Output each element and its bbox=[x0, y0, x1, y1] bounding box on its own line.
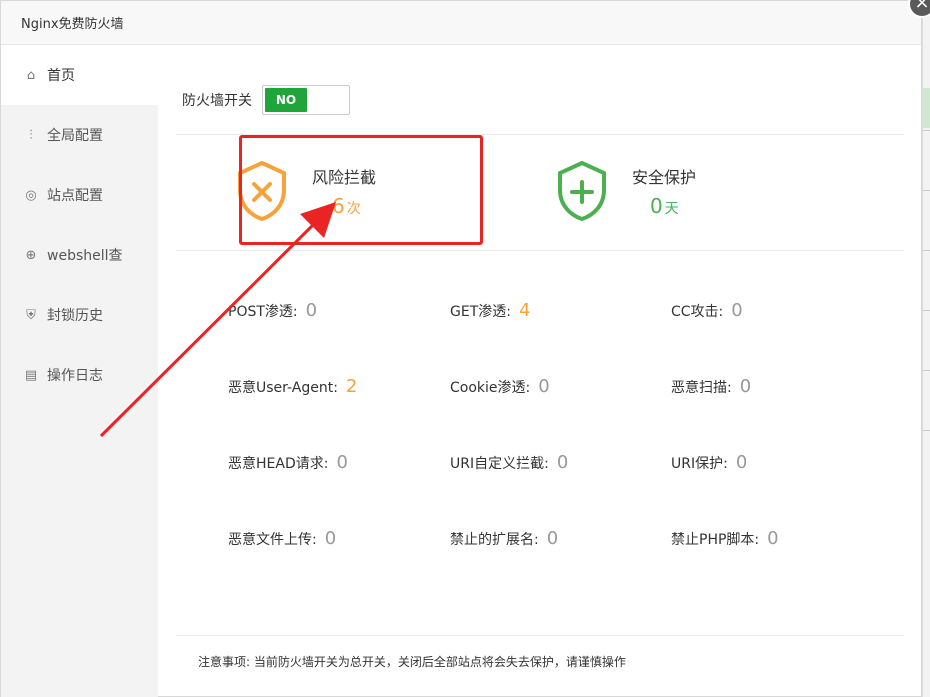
sidebar: ⌂ 首页 ⫶ 全局配置 ◎ 站点配置 ⊕ webshell查 ⛨ 封锁历史 ▤ … bbox=[1, 45, 158, 697]
stat-label: CC攻击: bbox=[671, 304, 724, 320]
dialog-titlebar: Nginx免费防火墙 bbox=[1, 1, 921, 45]
firewall-dialog: Nginx免费防火墙 ⌂ 首页 ⫶ 全局配置 ◎ 站点配置 ⊕ webshell… bbox=[0, 0, 922, 697]
lock-icon: ⛨ bbox=[26, 307, 36, 323]
stat-value: 0 bbox=[739, 376, 752, 397]
sidebar-item-label: 首页 bbox=[47, 68, 75, 84]
stat-file-upload: 恶意文件上传: 0 bbox=[228, 528, 336, 549]
stat-user-agent: 恶意User-Agent: 2 bbox=[228, 376, 357, 397]
sidebar-item-site-config[interactable]: ◎ 站点配置 bbox=[1, 165, 158, 225]
stat-value: 4 bbox=[518, 300, 531, 321]
stat-value: 2 bbox=[345, 376, 358, 397]
safe-count: 0 bbox=[650, 194, 663, 218]
background-highlight bbox=[922, 88, 930, 128]
stat-value: 0 bbox=[735, 452, 748, 473]
clipboard-icon: ▤ bbox=[24, 367, 38, 383]
sidebar-item-label: webshell查 bbox=[47, 248, 123, 264]
safe-title: 安全保护 bbox=[632, 168, 697, 187]
stat-value: 0 bbox=[546, 528, 559, 549]
safe-unit: 天 bbox=[664, 201, 679, 217]
stat-label: 恶意HEAD请求: bbox=[228, 456, 329, 472]
sidebar-item-home[interactable]: ⌂ 首页 bbox=[1, 45, 158, 105]
sidebar-item-label: 封锁历史 bbox=[47, 308, 103, 324]
stat-label: 恶意扫描: bbox=[671, 380, 732, 396]
stat-extension: 禁止的扩展名: 0 bbox=[450, 528, 558, 549]
dialog-title: Nginx免费防火墙 bbox=[21, 17, 124, 32]
safe-count-line: 0天 bbox=[650, 194, 696, 218]
stat-label: 恶意文件上传: bbox=[228, 532, 317, 548]
stat-label: GET渗透: bbox=[450, 304, 511, 320]
stat-label: 禁止的扩展名: bbox=[450, 532, 539, 548]
globe-icon: ◎ bbox=[25, 187, 37, 203]
firewall-switch-label: 防火墙开关 bbox=[182, 93, 252, 109]
sliders-icon: ⫶ bbox=[29, 127, 33, 143]
stat-value: 0 bbox=[336, 452, 348, 473]
safe-summary-card: 安全保护 0天 bbox=[556, 160, 696, 222]
home-icon: ⌂ bbox=[26, 67, 36, 83]
toggle-knob[interactable]: NO bbox=[265, 88, 307, 112]
sidebar-item-label: 全局配置 bbox=[47, 128, 103, 144]
notice-text: 注意事项: 当前防火墙开关为总开关，关闭后全部站点将会失去保护，请谨慎操作 bbox=[198, 655, 626, 669]
stat-post: POST渗透: 0 bbox=[228, 300, 317, 321]
divider bbox=[176, 635, 904, 636]
shield-plus-icon bbox=[558, 160, 606, 222]
stat-value: 0 bbox=[731, 300, 743, 321]
stat-value: 0 bbox=[767, 528, 779, 549]
main-panel: 防火墙开关 NO 风险拦截 6次 安全保护 0 天 POST渗透: 0 GET渗… bbox=[158, 45, 922, 697]
stat-label: 禁止PHP脚本: bbox=[671, 532, 760, 548]
sidebar-item-global-config[interactable]: ⫶ 全局配置 bbox=[1, 105, 158, 165]
stat-label: URI自定义拦截: bbox=[450, 456, 549, 472]
stat-label: POST渗透: bbox=[228, 304, 298, 320]
stat-get: GET渗透: 4 bbox=[450, 300, 530, 321]
annotation-highlight-box bbox=[239, 135, 483, 245]
stat-label: URI保护: bbox=[671, 456, 728, 472]
stat-uri-protect: URI保护: 0 bbox=[671, 452, 747, 473]
target-icon: ⊕ bbox=[25, 247, 37, 263]
close-icon: × bbox=[914, 0, 930, 13]
stat-cookie: Cookie渗透: 0 bbox=[450, 376, 550, 397]
stat-head: 恶意HEAD请求: 0 bbox=[228, 452, 348, 473]
sidebar-item-operation-log[interactable]: ▤ 操作日志 bbox=[1, 345, 158, 405]
stat-scan: 恶意扫描: 0 bbox=[671, 376, 751, 397]
stat-label: Cookie渗透: bbox=[450, 380, 531, 396]
firewall-toggle[interactable]: NO bbox=[262, 85, 350, 115]
stat-value: 0 bbox=[538, 376, 550, 397]
stat-label: 恶意User-Agent: bbox=[228, 380, 338, 396]
sidebar-item-webshell[interactable]: ⊕ webshell查 bbox=[1, 225, 158, 285]
divider bbox=[176, 250, 904, 251]
stat-value: 0 bbox=[324, 528, 337, 549]
stat-uri-custom: URI自定义拦截: 0 bbox=[450, 452, 568, 473]
sidebar-item-label: 站点配置 bbox=[47, 188, 103, 204]
stat-value: 0 bbox=[556, 452, 569, 473]
sidebar-item-block-history[interactable]: ⛨ 封锁历史 bbox=[1, 285, 158, 345]
stat-cc: CC攻击: 0 bbox=[671, 300, 743, 321]
sidebar-item-label: 操作日志 bbox=[47, 368, 103, 384]
stat-php: 禁止PHP脚本: 0 bbox=[671, 528, 779, 549]
stat-value: 0 bbox=[305, 300, 318, 321]
firewall-switch-row: 防火墙开关 NO bbox=[182, 85, 350, 115]
